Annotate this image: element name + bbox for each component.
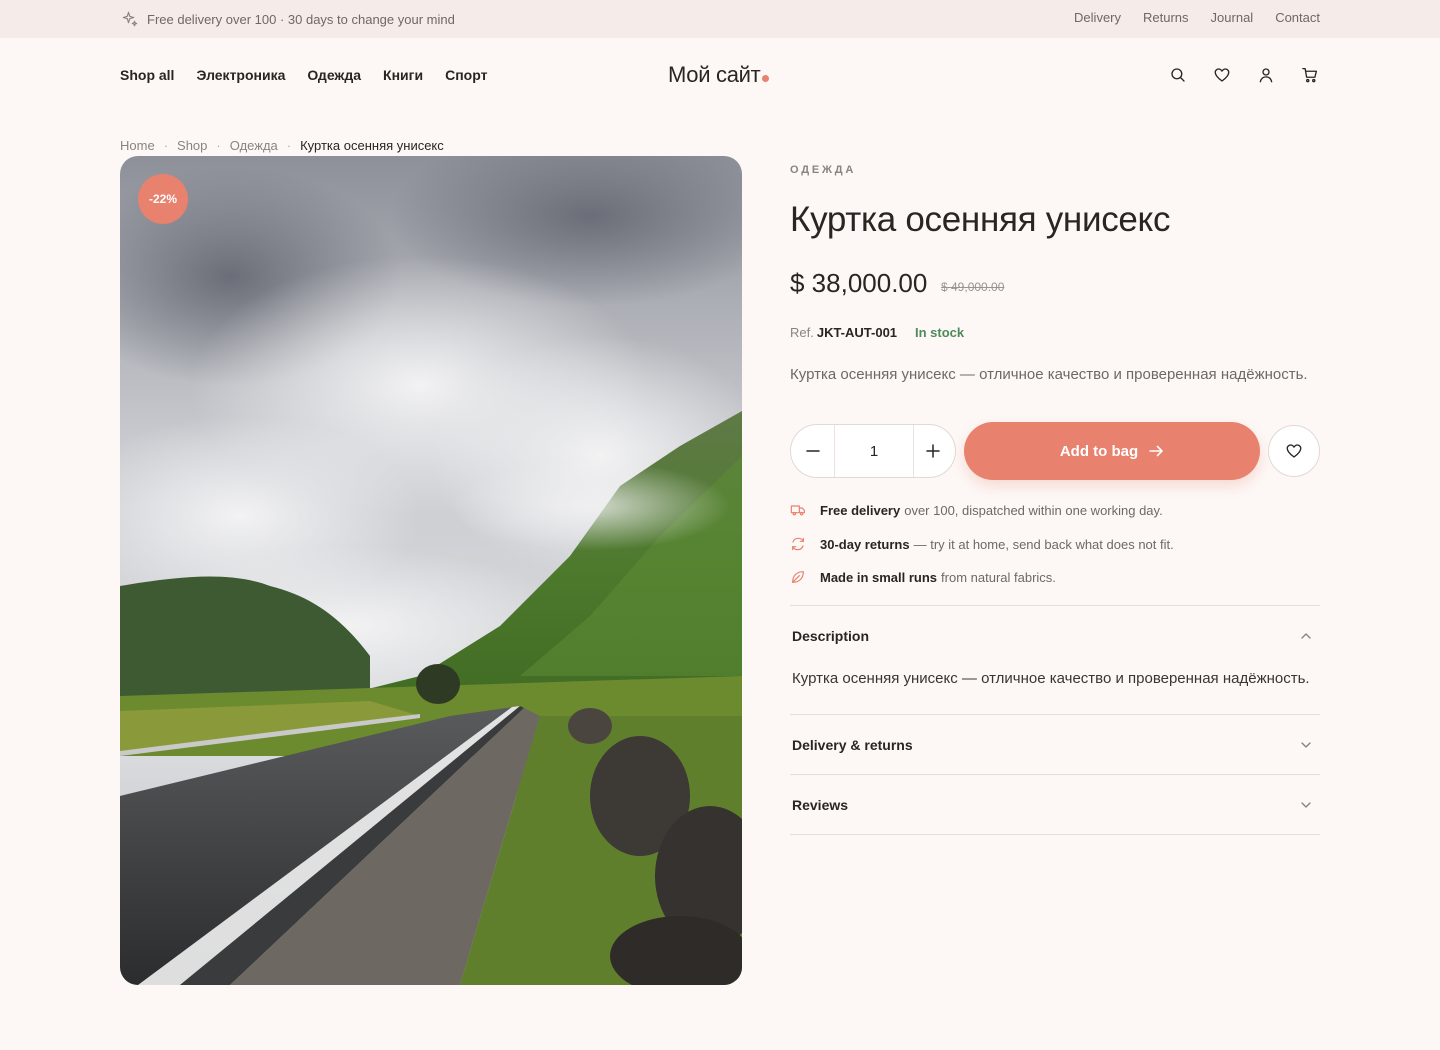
quantity-stepper: 1 bbox=[790, 424, 956, 478]
perk-delivery-title: Free delivery bbox=[820, 502, 901, 518]
chevron-down-icon bbox=[1301, 802, 1311, 808]
decrease-quantity-button[interactable] bbox=[791, 425, 835, 477]
accordion-delivery-header[interactable]: Delivery & returns bbox=[792, 737, 1318, 753]
truck-icon bbox=[790, 505, 805, 516]
accordion-description-header[interactable]: Description bbox=[792, 628, 1318, 644]
accordion-description-content: Куртка осенняя унисекс — отличное качест… bbox=[792, 670, 1310, 687]
accordion-delivery-label: Delivery & returns bbox=[792, 737, 913, 753]
heart-icon bbox=[1286, 444, 1302, 458]
increase-quantity-button[interactable] bbox=[911, 425, 955, 477]
perk-delivery: Free delivery over 100, dispatched withi… bbox=[790, 502, 1163, 518]
refresh-icon bbox=[792, 537, 804, 551]
wishlist-button[interactable] bbox=[1212, 65, 1232, 85]
user-icon bbox=[1259, 68, 1273, 83]
plus-icon bbox=[926, 444, 940, 458]
cart-icon bbox=[1302, 67, 1318, 83]
main-nav: Shop all Электроника Одежда Книги Спорт bbox=[120, 67, 487, 83]
contact-link[interactable]: Contact bbox=[1275, 10, 1320, 25]
add-to-wishlist-button[interactable] bbox=[1268, 425, 1320, 477]
product-reference: Ref. JKT-AUT-001 bbox=[790, 325, 897, 340]
breadcrumb-category[interactable]: Одежда bbox=[230, 138, 278, 153]
chevron-up-icon bbox=[1301, 633, 1311, 639]
search-button[interactable] bbox=[1168, 65, 1188, 85]
breadcrumb-current: Куртка осенняя унисекс bbox=[300, 138, 444, 153]
discount-badge: -22% bbox=[138, 174, 188, 224]
cart-button[interactable] bbox=[1300, 65, 1320, 85]
nav-shop-all[interactable]: Shop all bbox=[120, 67, 174, 83]
accordion-divider bbox=[790, 834, 1320, 835]
heart-icon bbox=[1214, 68, 1230, 82]
quantity-input[interactable]: 1 bbox=[834, 425, 914, 477]
sparkle-icon bbox=[122, 11, 138, 27]
perk-delivery-text: over 100, dispatched within one working … bbox=[904, 502, 1163, 518]
chevron-down-icon bbox=[1301, 742, 1311, 748]
product-title: Куртка осенняя унисекс bbox=[790, 200, 1171, 239]
utility-links: Delivery Returns Journal Contact bbox=[1074, 10, 1320, 25]
nav-electronics[interactable]: Электроника bbox=[196, 67, 285, 83]
accordion-divider bbox=[790, 774, 1320, 775]
product-price: $ 38,000.00 bbox=[790, 268, 928, 298]
breadcrumb-separator: · bbox=[216, 138, 221, 153]
nav-clothing[interactable]: Одежда bbox=[307, 67, 361, 83]
promo-message: Free delivery over 100 · 30 days to chan… bbox=[121, 10, 455, 28]
accordion-divider bbox=[790, 714, 1320, 715]
account-button[interactable] bbox=[1256, 65, 1276, 85]
product-category: ОДЕЖДА bbox=[790, 164, 857, 176]
landscape-photo bbox=[120, 156, 742, 985]
leaf-icon bbox=[792, 571, 804, 583]
arrow-right-icon bbox=[1149, 445, 1163, 457]
logo-text: Мой сайт bbox=[668, 62, 761, 87]
perk-materials-text: from natural fabrics. bbox=[941, 569, 1056, 585]
site-header: Shop all Электроника Одежда Книги Спорт … bbox=[0, 38, 1440, 112]
perk-materials: Made in small runs from natural fabrics. bbox=[790, 569, 1056, 585]
accordion-divider bbox=[790, 605, 1320, 606]
journal-link[interactable]: Journal bbox=[1211, 10, 1254, 25]
perk-returns-title: 30-day returns bbox=[820, 536, 910, 552]
perk-materials-title: Made in small runs bbox=[820, 569, 938, 585]
promo-text: Free delivery over 100 · 30 days to chan… bbox=[147, 11, 455, 27]
site-logo[interactable]: Мой сайт bbox=[668, 62, 770, 88]
header-actions bbox=[1168, 65, 1320, 85]
breadcrumb-home[interactable]: Home bbox=[120, 138, 155, 153]
perk-returns-text: — try it at home, send back what does no… bbox=[913, 536, 1174, 552]
old-price: $ 49,000.00 bbox=[941, 280, 1005, 294]
breadcrumb-separator: · bbox=[286, 138, 292, 153]
minus-icon bbox=[806, 450, 820, 452]
stock-status: In stock bbox=[915, 325, 965, 340]
add-to-bag-button[interactable]: Add to bag bbox=[964, 422, 1260, 480]
announcement-bar: Free delivery over 100 · 30 days to chan… bbox=[0, 0, 1440, 38]
breadcrumb-shop[interactable]: Shop bbox=[177, 138, 207, 153]
accordion-reviews-header[interactable]: Reviews bbox=[792, 797, 1318, 813]
breadcrumb-separator: · bbox=[163, 138, 169, 153]
nav-books[interactable]: Книги bbox=[383, 67, 423, 83]
short-description: Куртка осенняя унисекс — отличное качест… bbox=[790, 366, 1308, 383]
accordion-description-label: Description bbox=[792, 628, 870, 644]
perk-returns: 30-day returns — try it at home, send ba… bbox=[790, 536, 1174, 552]
returns-link[interactable]: Returns bbox=[1143, 10, 1189, 25]
search-icon bbox=[1171, 68, 1185, 82]
delivery-link[interactable]: Delivery bbox=[1074, 10, 1121, 25]
nav-sport[interactable]: Спорт bbox=[445, 67, 487, 83]
product-image[interactable]: -22% bbox=[120, 156, 742, 985]
breadcrumb: Home · Shop · Одежда · Куртка осенняя ун… bbox=[120, 138, 444, 153]
add-to-bag-label: Add to bag bbox=[1059, 442, 1139, 460]
ref-code: JKT-AUT-001 bbox=[816, 325, 898, 340]
logo-dot bbox=[762, 75, 770, 82]
ref-label: Ref. bbox=[790, 325, 814, 340]
accordion-reviews-label: Reviews bbox=[792, 797, 849, 813]
